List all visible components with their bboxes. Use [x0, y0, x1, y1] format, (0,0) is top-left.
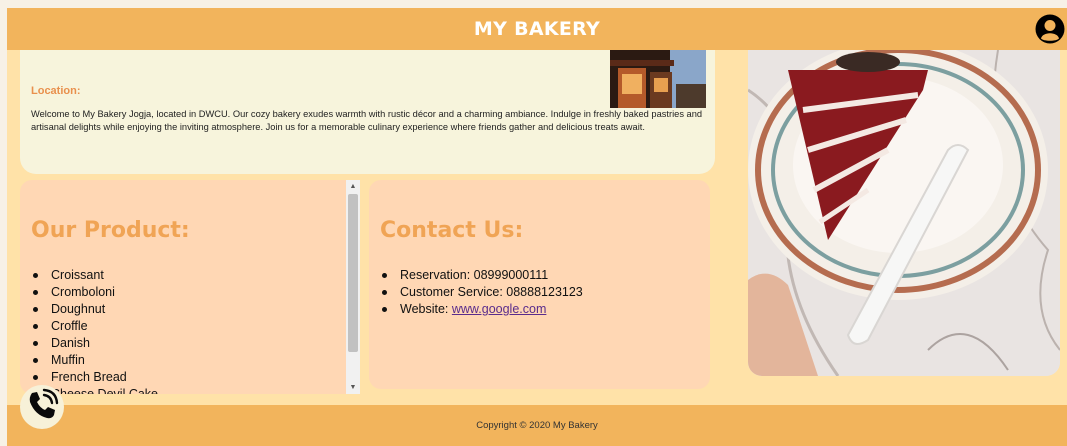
- list-item: Danish: [31, 335, 190, 352]
- website-link[interactable]: www.google.com: [452, 302, 547, 316]
- list-item: Muffin: [31, 352, 190, 369]
- bakery-storefront-image: [610, 50, 706, 108]
- list-item: Doughnut: [31, 301, 190, 318]
- customer-service-item: Customer Service: 08888123123: [380, 284, 583, 301]
- red-velvet-cake-image: [748, 50, 1060, 376]
- product-card: Our Product: Croissant Cromboloni Doughn…: [20, 180, 360, 394]
- product-title: Our Product:: [31, 218, 190, 243]
- location-title: Location:: [31, 85, 81, 97]
- scrollbar-thumb[interactable]: [348, 194, 358, 352]
- contact-card: Contact Us: Reservation: 08999000111 Cus…: [369, 180, 710, 389]
- copyright-text: Copyright © 2020 My Bakery: [476, 420, 598, 431]
- page: MY BAKERY Location: Welcome to My Bakery…: [7, 8, 1067, 446]
- location-card: Location: Welcome to My Bakery Jogja, lo…: [20, 50, 715, 174]
- list-item: Croissant: [31, 267, 190, 284]
- product-list: Croissant Cromboloni Doughnut Croffle Da…: [31, 267, 190, 394]
- scroll-up-arrow-icon[interactable]: ▲: [346, 180, 360, 193]
- site-title: MY BAKERY: [473, 18, 601, 40]
- call-button[interactable]: [20, 385, 64, 429]
- site-header: MY BAKERY: [7, 8, 1067, 50]
- site-footer: Copyright © 2020 My Bakery: [7, 405, 1067, 446]
- reservation-item: Reservation: 08999000111: [380, 267, 583, 284]
- contact-title: Contact Us:: [380, 218, 524, 243]
- list-item: French Bread: [31, 369, 190, 386]
- scroll-down-arrow-icon[interactable]: ▼: [346, 381, 360, 394]
- phone-icon: [25, 388, 59, 427]
- list-item: Cromboloni: [31, 284, 190, 301]
- product-scrollbar[interactable]: ▲ ▼: [346, 180, 360, 394]
- website-item: Website: www.google.com: [380, 301, 583, 318]
- location-description: Welcome to My Bakery Jogja, located in D…: [31, 109, 703, 132]
- website-label: Website:: [400, 302, 452, 316]
- user-avatar-icon[interactable]: [1035, 14, 1065, 44]
- contact-list: Reservation: 08999000111 Customer Servic…: [380, 267, 583, 318]
- list-item: Croffle: [31, 318, 190, 335]
